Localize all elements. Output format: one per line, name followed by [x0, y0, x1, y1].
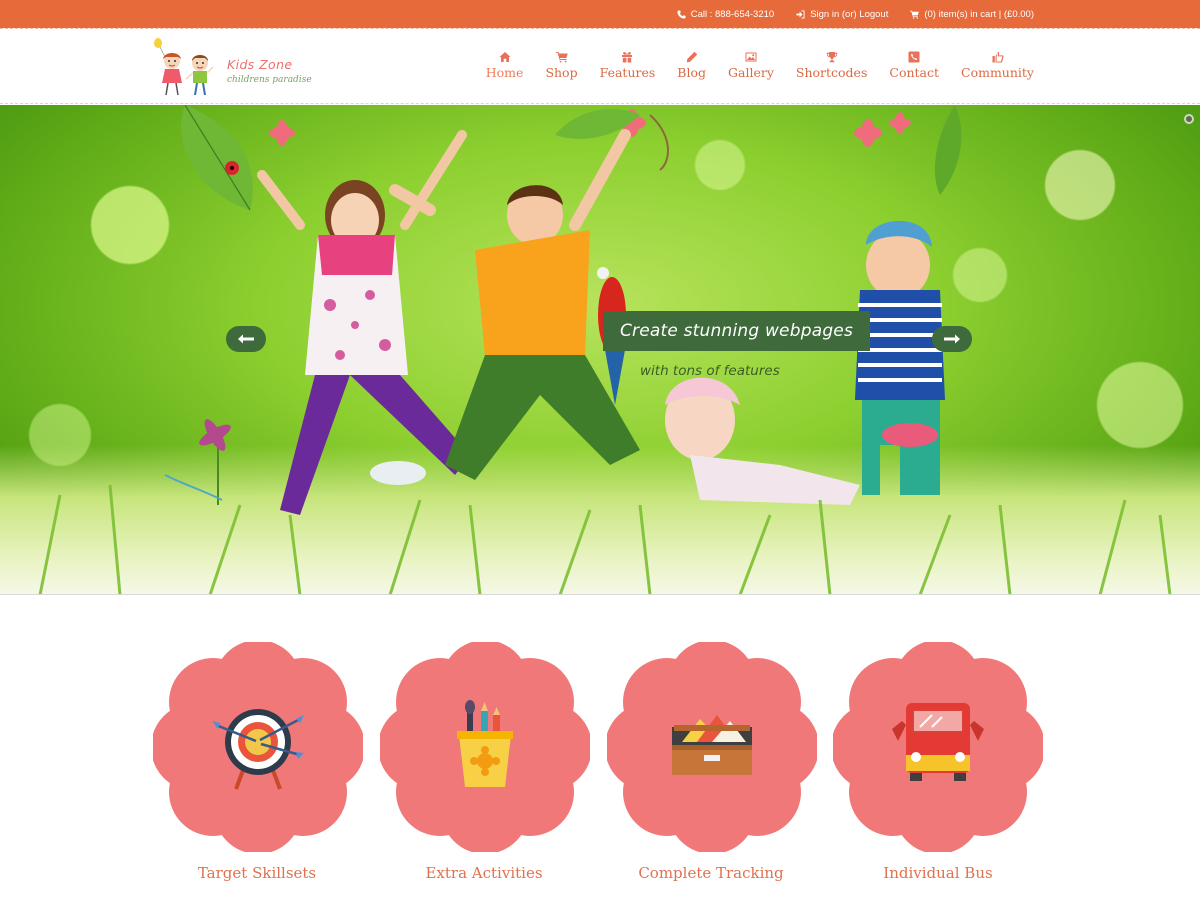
nav-label: Blog	[677, 65, 707, 80]
slider-pager-dot[interactable]	[1184, 114, 1194, 124]
pencil-cup-icon	[457, 700, 513, 787]
slider-next-button[interactable]	[932, 326, 972, 352]
nav-item-features[interactable]: Features	[589, 48, 667, 80]
nav-item-contact[interactable]: Contact	[878, 48, 950, 80]
sign-in-icon	[796, 9, 805, 19]
feature-label: Individual Bus	[883, 864, 993, 882]
target-icon	[212, 709, 304, 790]
cart-text: (0) item(s) in cart | (£0.00)	[924, 8, 1034, 20]
slider-prev-button[interactable]	[226, 326, 266, 352]
nav-label: Community	[961, 65, 1034, 80]
divider	[0, 594, 1200, 598]
header: Kids Zone childrens paradise Home Shop F…	[0, 31, 1200, 104]
slide-caption-subtitle: with tons of features	[640, 363, 780, 379]
nav-item-gallery[interactable]: Gallery	[717, 48, 785, 80]
gift-icon	[621, 48, 633, 63]
nav-item-shortcodes[interactable]: Shortcodes	[785, 48, 878, 80]
logo-subtitle: childrens paradise	[227, 75, 312, 85]
kids-logo-icon	[154, 38, 214, 96]
nav-label: Gallery	[728, 65, 774, 80]
drawer-icon	[672, 715, 752, 775]
phone-text: Call : 888-654-3210	[690, 8, 775, 20]
bus-icon	[892, 703, 984, 781]
nav-item-shop[interactable]: Shop	[534, 48, 588, 80]
main-nav: Home Shop Features Blog Gallery Shortcod…	[475, 48, 1034, 80]
cart-icon	[910, 10, 920, 19]
arrow-right-icon	[944, 334, 960, 344]
hero-illustration	[38, 105, 1172, 595]
cart-icon	[555, 48, 568, 63]
phone-icon	[908, 48, 920, 63]
image-icon	[745, 48, 757, 62]
sign-in-text: Sign in (or) Logout	[810, 8, 889, 20]
hero-slider: Create stunning webpages with tons of fe…	[0, 105, 1200, 595]
home-icon	[499, 48, 511, 62]
trophy-icon	[826, 48, 838, 63]
nav-label: Features	[599, 65, 656, 80]
pencil-icon	[686, 48, 698, 63]
cart-link[interactable]: (0) item(s) in cart | (£0.00)	[910, 9, 1034, 20]
top-bar: Call : 888-654-3210 Sign in (or) Logout …	[0, 0, 1200, 28]
feature-label: Extra Activities	[425, 864, 543, 882]
arrow-left-icon	[238, 334, 254, 344]
nav-item-blog[interactable]: Blog	[666, 48, 717, 80]
feature-label: Target Skillsets	[197, 864, 317, 882]
thumbs-up-icon	[992, 48, 1004, 63]
nav-item-home[interactable]: Home	[475, 48, 535, 80]
logo[interactable]: Kids Zone childrens paradise	[150, 37, 312, 99]
nav-label: Shortcodes	[795, 65, 868, 80]
feature-target-skillsets[interactable]	[153, 642, 363, 852]
feature-extra-activities[interactable]	[380, 642, 590, 852]
nav-label: Shop	[545, 65, 578, 80]
slide-caption: Create stunning webpages	[603, 311, 870, 351]
sign-in-link[interactable]: Sign in (or) Logout	[796, 9, 888, 20]
feature-individual-bus[interactable]	[833, 642, 1043, 852]
nav-label: Home	[485, 65, 524, 80]
slide-caption-title: Create stunning webpages	[619, 321, 854, 341]
nav-item-community[interactable]: Community	[950, 48, 1034, 80]
nav-label: Contact	[889, 65, 940, 80]
top-bar-links: Call : 888-654-3210 Sign in (or) Logout …	[677, 0, 1034, 28]
feature-complete-tracking[interactable]	[607, 642, 817, 852]
phone-icon	[677, 9, 686, 19]
features-section: Target Skillsets Extra Activities Comple…	[0, 600, 1200, 900]
phone-link[interactable]: Call : 888-654-3210	[677, 9, 774, 20]
logo-title: Kids Zone	[227, 57, 293, 72]
feature-label: Complete Tracking	[638, 864, 784, 882]
